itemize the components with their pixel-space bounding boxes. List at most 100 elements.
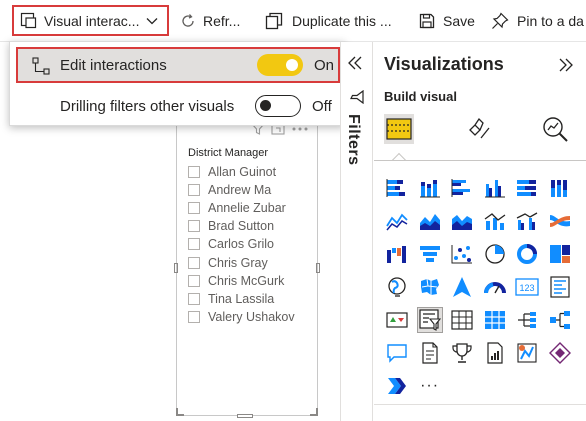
pin-icon: [492, 12, 509, 29]
clustered-bar-chart-icon[interactable]: [449, 175, 475, 201]
save-button[interactable]: Save: [419, 9, 475, 33]
power-automate-icon[interactable]: [547, 340, 573, 366]
duplicate-icon: [265, 12, 283, 30]
multi-row-card-icon[interactable]: [547, 274, 573, 300]
edit-interactions-icon: [32, 57, 50, 75]
visualizations-pane: Visualizations Build visual 123 ···: [374, 42, 586, 421]
slicer-item-label: Chris McGurk: [208, 273, 285, 288]
slicer-item-label: Andrew Ma: [208, 183, 272, 198]
chevron-down-icon: [147, 17, 158, 24]
analytics-icon: [543, 117, 568, 142]
edit-interactions-item[interactable]: Edit interactions On: [16, 47, 340, 83]
visual-interactions-label: Visual interac...: [44, 12, 140, 29]
district-manager-slicer[interactable]: District Manager Allan Guinot Andrew Ma …: [174, 120, 320, 418]
area-chart-icon[interactable]: [417, 208, 443, 234]
power-apps-icon[interactable]: [514, 340, 540, 366]
resize-corner-bottom-left[interactable]: [176, 408, 184, 416]
matrix-icon[interactable]: [482, 307, 508, 333]
checkbox[interactable]: [188, 220, 200, 233]
build-visual-icon: [386, 118, 412, 140]
drilling-filters-toggle[interactable]: [255, 95, 301, 117]
resize-handle-right[interactable]: [316, 263, 320, 273]
donut-chart-icon[interactable]: [514, 241, 540, 267]
card-icon[interactable]: 123: [514, 274, 540, 300]
slicer-item[interactable]: Valery Ushakov: [188, 308, 295, 326]
slicer-item-label: Annelie Zubar: [208, 201, 286, 216]
stacked-bar-chart-icon[interactable]: [384, 175, 410, 201]
table-icon[interactable]: [449, 307, 475, 333]
azure-map-icon[interactable]: [449, 274, 475, 300]
funnel-chart-icon[interactable]: [417, 241, 443, 267]
treemap-icon[interactable]: [547, 241, 573, 267]
checkbox[interactable]: [188, 256, 200, 269]
toggle-knob: [286, 59, 298, 71]
smart-narrative-icon[interactable]: [417, 340, 443, 366]
pie-chart-icon[interactable]: [482, 241, 508, 267]
line-chart-icon[interactable]: [384, 208, 410, 234]
slicer-item[interactable]: Tina Lassila: [188, 290, 295, 308]
duplicate-label: Duplicate this ...: [292, 13, 392, 29]
slicer-item[interactable]: Chris McGurk: [188, 272, 295, 290]
checkbox[interactable]: [188, 184, 200, 197]
expand-chevron-icon[interactable]: [558, 58, 574, 72]
goals-icon[interactable]: [449, 340, 475, 366]
slicer-item-label: Allan Guinot: [208, 165, 277, 180]
paginated-report-icon[interactable]: [482, 340, 508, 366]
100-percent-stacked-column-icon[interactable]: [547, 175, 573, 201]
edit-interactions-label: Edit interactions: [60, 56, 167, 74]
kpi-icon[interactable]: [384, 307, 410, 333]
gauge-icon[interactable]: [482, 274, 508, 300]
waterfall-chart-icon[interactable]: [384, 241, 410, 267]
duplicate-page-button[interactable]: Duplicate this ...: [265, 9, 392, 33]
decomposition-tree-icon[interactable]: [514, 307, 540, 333]
refresh-icon: [182, 14, 194, 27]
key-influencers-icon[interactable]: [547, 307, 573, 333]
stacked-area-chart-icon[interactable]: [449, 208, 475, 234]
filters-pane[interactable]: Filters: [340, 42, 373, 421]
scatter-chart-icon[interactable]: [449, 241, 475, 267]
stacked-column-chart-icon[interactable]: [417, 175, 443, 201]
edit-interactions-state: On: [314, 56, 335, 74]
filters-pane-label: Filters: [345, 114, 362, 166]
map-icon[interactable]: [384, 274, 410, 300]
checkbox[interactable]: [188, 274, 200, 287]
checkbox[interactable]: [188, 310, 200, 323]
slicer-item[interactable]: Allan Guinot: [188, 163, 295, 181]
get-more-visuals-icon[interactable]: ···: [417, 373, 443, 399]
checkbox[interactable]: [188, 238, 200, 251]
collapse-chevron-icon[interactable]: [347, 56, 363, 70]
slicer-item[interactable]: Carlos Grilo: [188, 235, 295, 253]
slicer-item[interactable]: Annelie Zubar: [188, 199, 295, 217]
line-and-stacked-column-icon[interactable]: [482, 208, 508, 234]
resize-corner-bottom-right[interactable]: [310, 408, 318, 416]
checkbox[interactable]: [188, 292, 200, 305]
checkbox[interactable]: [188, 202, 200, 215]
pin-to-dashboard-button[interactable]: Pin to a da: [491, 9, 584, 33]
refresh-button[interactable]: Refr...: [180, 9, 240, 33]
pane-bottom-divider: [374, 404, 586, 405]
slicer-item[interactable]: Chris Gray: [188, 253, 295, 271]
ribbon-chart-icon[interactable]: [547, 208, 573, 234]
resize-handle-bottom[interactable]: [237, 414, 253, 418]
resize-handle-left[interactable]: [174, 263, 178, 273]
tab-build-visual[interactable]: [384, 114, 414, 144]
qa-icon[interactable]: [384, 340, 410, 366]
filled-map-icon[interactable]: [417, 274, 443, 300]
slicer-item[interactable]: Andrew Ma: [188, 181, 295, 199]
checkbox[interactable]: [188, 166, 200, 179]
100-percent-stacked-bar-icon[interactable]: [514, 175, 540, 201]
slicer-item[interactable]: Brad Sutton: [188, 217, 295, 235]
visual-interactions-button[interactable]: Visual interac...: [12, 5, 169, 36]
line-and-clustered-column-icon[interactable]: [514, 208, 540, 234]
slicer-icon[interactable]: [416, 307, 443, 333]
visualizations-title: Visualizations: [384, 54, 504, 74]
power-automate-flow-icon[interactable]: [384, 373, 410, 399]
slicer-list: Allan Guinot Andrew Ma Annelie Zubar Bra…: [188, 163, 295, 326]
clustered-column-chart-icon[interactable]: [482, 175, 508, 201]
edit-interactions-toggle[interactable]: [257, 54, 303, 76]
drilling-filters-item[interactable]: Drilling filters other visuals Off: [16, 88, 340, 124]
visual-gallery: 123 ···: [384, 175, 573, 399]
slicer-item-label: Carlos Grilo: [208, 237, 274, 252]
tab-analytics[interactable]: [540, 114, 570, 144]
tab-format-visual[interactable]: [464, 114, 494, 144]
